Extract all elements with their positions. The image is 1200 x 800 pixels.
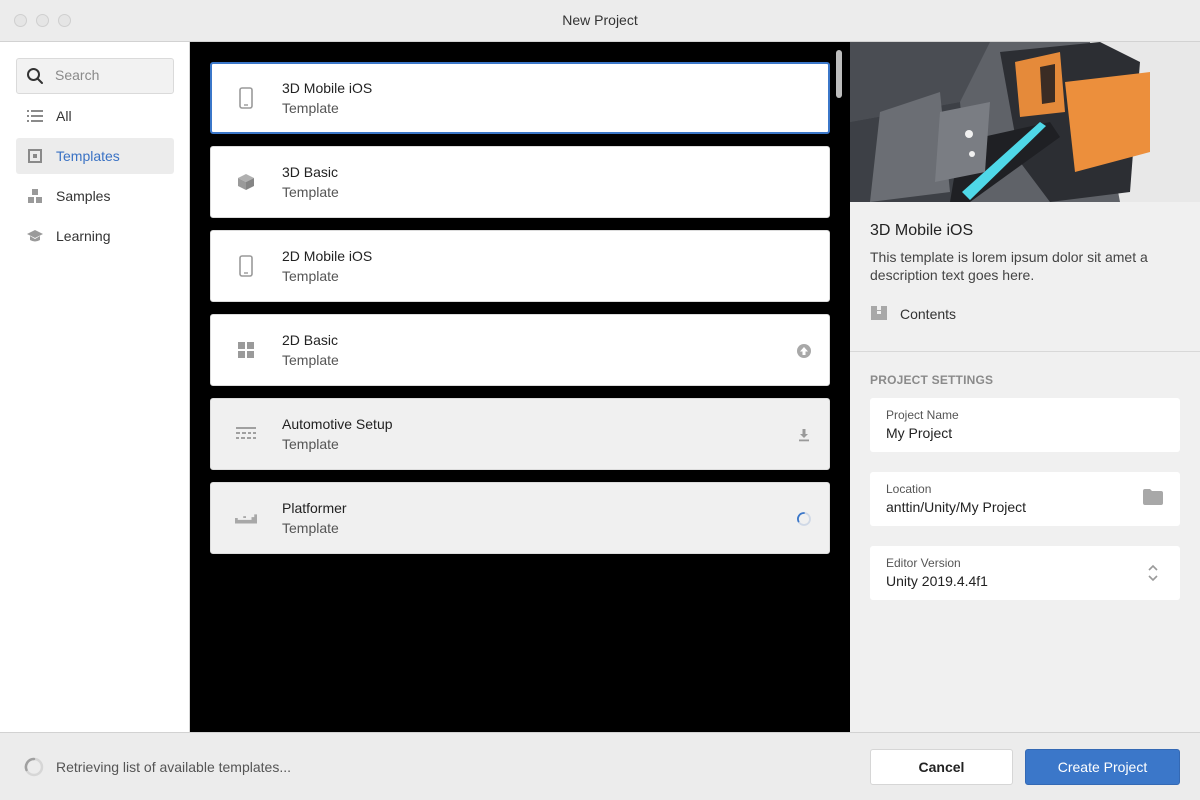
sidebar-item-label: All [56, 108, 72, 124]
contents-label: Contents [900, 306, 957, 322]
cube-icon [235, 171, 257, 193]
sidebar-item-samples[interactable]: Samples [16, 178, 174, 214]
download-icon[interactable] [796, 427, 812, 443]
template-title: Platformer [282, 500, 347, 516]
editor-version-value: Unity 2019.4.4f1 [886, 573, 988, 589]
footer: Retrieving list of available templates..… [0, 732, 1200, 800]
loading-spinner-icon [24, 757, 44, 777]
mobile-phone-icon [235, 255, 257, 277]
field-label: Editor Version [886, 556, 961, 570]
template-preview-image [850, 42, 1200, 202]
window-title: New Project [562, 12, 638, 28]
sidebar-item-all[interactable]: All [16, 98, 174, 134]
search-input[interactable] [55, 67, 165, 83]
field-label: Location [886, 482, 932, 496]
template-title: 2D Mobile iOS [282, 248, 373, 264]
grid-icon [235, 339, 257, 361]
project-name-input[interactable] [886, 425, 1126, 441]
template-card-2d-basic[interactable]: 2D Basic Template [210, 314, 830, 386]
graduation-cap-icon [26, 227, 44, 245]
platformer-icon [235, 507, 257, 529]
sidebar-item-label: Learning [56, 228, 111, 244]
template-subtitle: Template [282, 268, 339, 284]
upload-arrow-icon[interactable] [796, 343, 812, 359]
template-subtitle: Template [282, 100, 339, 116]
editor-version-field[interactable]: Editor Version Unity 2019.4.4f1 [870, 546, 1180, 600]
location-field[interactable]: Location anttin/Unity/My Project [870, 472, 1180, 526]
sidebar-item-templates[interactable]: Templates [16, 138, 174, 174]
list-scrollbar[interactable] [836, 50, 842, 98]
detail-panel: 3D Mobile iOS This template is lorem ips… [850, 42, 1200, 732]
template-title: 2D Basic [282, 332, 339, 348]
template-title: 3D Basic [282, 164, 339, 180]
list-icon [26, 107, 44, 125]
field-label: Project Name [886, 408, 959, 422]
template-title: 3D Mobile iOS [282, 80, 373, 96]
package-icon [870, 305, 888, 323]
sidebar-item-label: Templates [56, 148, 120, 164]
search-icon [26, 67, 44, 85]
samples-icon [26, 187, 44, 205]
loading-spinner-icon [796, 511, 812, 527]
template-subtitle: Template [282, 184, 339, 200]
cancel-button[interactable]: Cancel [870, 749, 1013, 785]
create-project-button[interactable]: Create Project [1025, 749, 1180, 785]
template-subtitle: Template [282, 436, 339, 452]
divider [850, 351, 1200, 352]
detail-title: 3D Mobile iOS [870, 222, 974, 239]
template-card-3d-basic[interactable]: 3D Basic Template [210, 146, 830, 218]
folder-icon[interactable] [1142, 488, 1164, 510]
detail-description: This template is lorem ipsum dolor sit a… [870, 249, 1148, 283]
sidebar-item-learning[interactable]: Learning [16, 218, 174, 254]
search-box[interactable] [16, 58, 174, 94]
template-card-2d-mobile-ios[interactable]: 2D Mobile iOS Template [210, 230, 830, 302]
template-subtitle: Template [282, 352, 339, 368]
sidebar-item-label: Samples [56, 188, 111, 204]
template-card-platformer[interactable]: Platformer Template [210, 482, 830, 554]
chevron-up-down-icon[interactable] [1142, 562, 1164, 584]
template-card-3d-mobile-ios[interactable]: 3D Mobile iOS Template [210, 62, 830, 134]
template-subtitle: Template [282, 520, 339, 536]
template-card-automotive-setup[interactable]: Automotive Setup Template [210, 398, 830, 470]
automotive-icon [235, 423, 257, 445]
status-text: Retrieving list of available templates..… [56, 759, 291, 775]
template-title: Automotive Setup [282, 416, 393, 432]
template-icon [26, 147, 44, 165]
sidebar: All Templates Samples Learning [0, 42, 190, 732]
title-bar: New Project [0, 0, 1200, 42]
location-value: anttin/Unity/My Project [886, 499, 1027, 515]
project-name-field[interactable]: Project Name [870, 398, 1180, 452]
mobile-phone-icon [235, 87, 257, 109]
project-settings-header: PROJECT SETTINGS [870, 373, 994, 387]
contents-link[interactable]: Contents [870, 304, 956, 324]
